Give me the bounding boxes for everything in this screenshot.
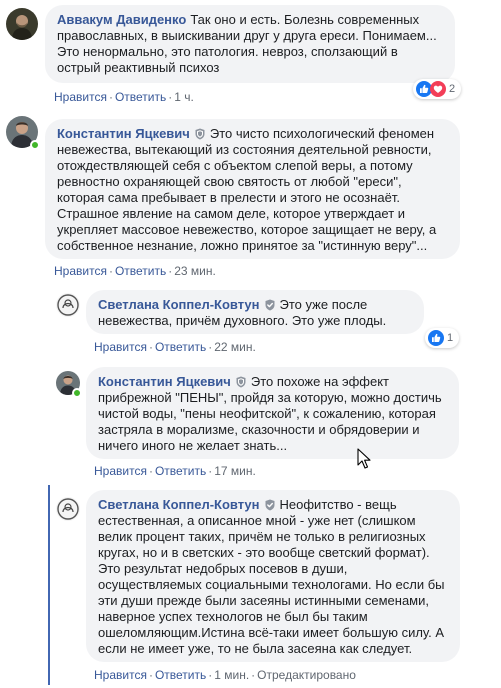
comment-bubble: Константин Яцкевич Это похоже на эффект п…	[86, 367, 459, 459]
comment-author-link[interactable]: Светлана Коппел-Ковтун	[98, 297, 260, 312]
love-icon	[430, 81, 446, 97]
timestamp[interactable]: 22 мин.	[214, 340, 256, 354]
comment-author-link[interactable]: Константин Яцкевич	[98, 374, 231, 389]
comment-bubble: Светлана Коппел-Ковтун Неофитство - вещь …	[86, 490, 460, 662]
separator: ·	[208, 340, 213, 354]
comment-bubble: Аввакум Давиденко Так оно и есть. Болезнь…	[45, 5, 455, 83]
edited-label[interactable]: Отредактировано	[257, 668, 356, 682]
reaction-count: 1	[447, 332, 454, 344]
reaction-count: 2	[449, 83, 456, 95]
avatar-image-icon	[56, 497, 80, 521]
like-button[interactable]: Нравится	[94, 340, 147, 354]
online-status-indicator	[72, 388, 82, 398]
reply-button[interactable]: Ответить	[115, 90, 166, 104]
like-button[interactable]: Нравится	[94, 464, 147, 478]
comment-bubble: Константин Яцкевич Это чисто психологичес…	[45, 119, 460, 259]
timestamp[interactable]: 1 ч.	[174, 90, 194, 104]
comment-text: Это чисто психологический феномен невеже…	[57, 126, 437, 253]
comment-text: Неофитство - вещь естественная, а описан…	[98, 497, 445, 656]
reply-button[interactable]: Ответить	[155, 340, 206, 354]
reply-2: Константин Яцкевич Это похоже на эффект п…	[0, 365, 501, 480]
comment-author-link[interactable]: Константин Яцкевич	[57, 126, 190, 141]
comment-actions: Нравится · Ответить · 1 мин. · Отредактировано	[94, 668, 356, 682]
separator: ·	[108, 264, 113, 278]
reply-3: Светлана Коппел-Ковтун Неофитство - вещь …	[0, 488, 501, 688]
comment-1: Аввакум Давиденко Так оно и есть. Болезнь…	[0, 0, 501, 110]
comment-actions: Нравится · Ответить · 23 мин.	[54, 264, 216, 278]
timestamp[interactable]: 1 мин.	[214, 668, 249, 682]
reactions-summary[interactable]: 2	[413, 79, 462, 99]
separator: ·	[148, 668, 153, 682]
timestamp[interactable]: 17 мин.	[214, 464, 256, 478]
reply-button[interactable]: Ответить	[155, 668, 206, 682]
avatar[interactable]	[6, 8, 38, 40]
reactions-summary[interactable]: 1	[425, 328, 460, 348]
online-status-indicator	[30, 140, 40, 150]
reply-1: Светлана Коппел-Ковтун Это уже после неве…	[0, 285, 501, 360]
comment-actions: Нравится · Ответить · 22 мин.	[94, 340, 256, 354]
timestamp[interactable]: 23 мин.	[174, 264, 216, 278]
mouse-cursor-icon	[357, 448, 373, 475]
separator: ·	[148, 340, 153, 354]
comment-author-link[interactable]: Светлана Коппел-Ковтун	[98, 497, 260, 512]
comment-actions: Нравится · Ответить · 17 мин.	[94, 464, 256, 478]
comment-author-link[interactable]: Аввакум Давиденко	[57, 12, 186, 27]
avatar-image-icon	[56, 293, 80, 317]
comment-actions: Нравится · Ответить · 1 ч.	[54, 90, 194, 104]
shield-check-badge-icon	[264, 299, 276, 311]
like-icon	[428, 330, 444, 346]
separator: ·	[168, 264, 173, 278]
reply-button[interactable]: Ответить	[115, 264, 166, 278]
reply-button[interactable]: Ответить	[155, 464, 206, 478]
avatar-image-icon	[6, 8, 38, 40]
separator: ·	[108, 90, 113, 104]
comment-bubble: Светлана Коппел-Ковтун Это уже после неве…	[86, 290, 424, 334]
comment-2: Константин Яцкевич Это чисто психологичес…	[0, 110, 501, 280]
shield-badge-icon	[194, 128, 206, 140]
shield-check-badge-icon	[264, 499, 276, 511]
separator: ·	[208, 668, 213, 682]
separator: ·	[251, 668, 256, 682]
avatar[interactable]	[56, 293, 80, 317]
like-button[interactable]: Нравится	[54, 90, 107, 104]
shield-badge-icon	[235, 376, 247, 388]
avatar[interactable]	[56, 497, 80, 521]
like-button[interactable]: Нравится	[54, 264, 107, 278]
like-button[interactable]: Нравится	[94, 668, 147, 682]
separator: ·	[168, 90, 173, 104]
separator: ·	[148, 464, 153, 478]
separator: ·	[208, 464, 213, 478]
